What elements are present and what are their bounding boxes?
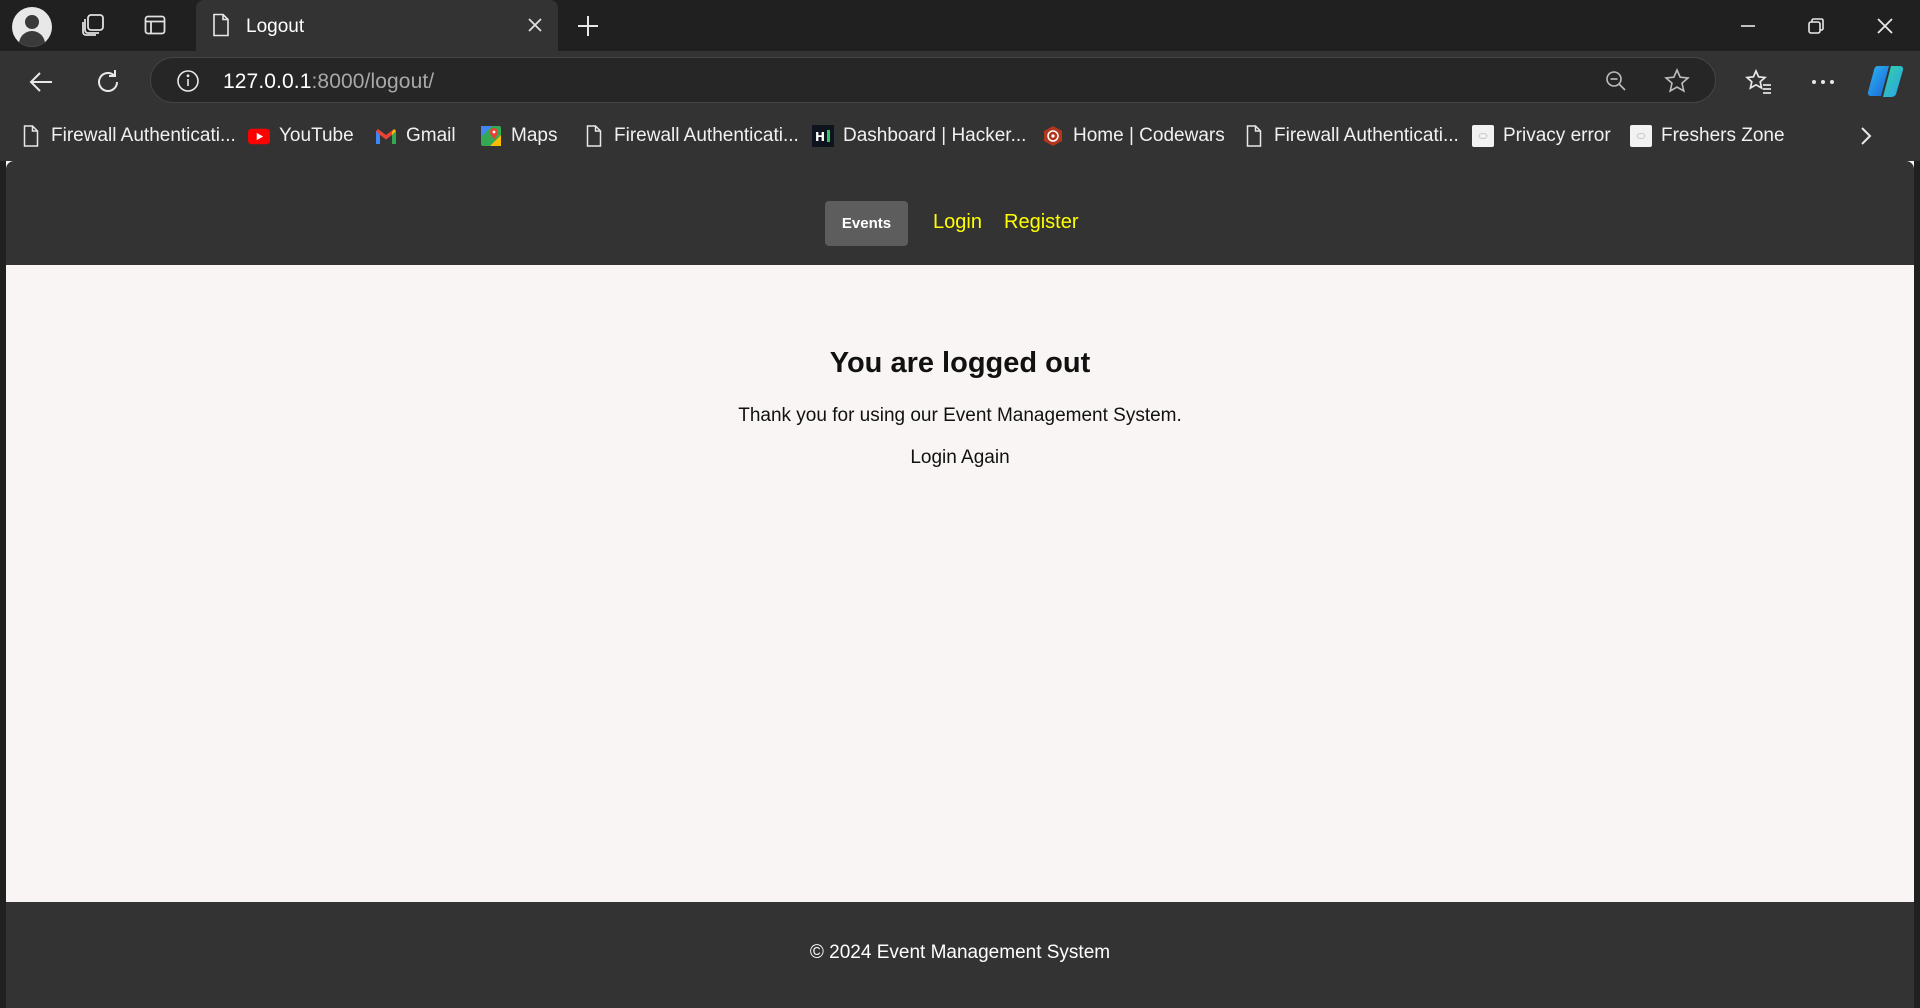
restore-icon[interactable] <box>1798 8 1834 44</box>
copilot-icon[interactable] <box>1866 61 1906 101</box>
bookmark-label: Firewall Authenticati... <box>614 125 799 146</box>
blank-page-icon <box>1472 125 1494 147</box>
site-header: Events Login Register <box>6 161 1914 265</box>
reload-icon[interactable] <box>91 65 125 99</box>
favorite-star-icon[interactable] <box>1663 67 1691 95</box>
close-window-icon[interactable] <box>1867 8 1903 44</box>
page-icon <box>20 125 42 147</box>
svg-text:H: H <box>815 130 825 144</box>
zoom-out-icon[interactable] <box>1603 68 1629 94</box>
bookmark-label: Firewall Authenticati... <box>51 125 236 146</box>
bookmark-label: YouTube <box>279 125 354 146</box>
page-icon <box>1243 125 1265 147</box>
page-icon <box>583 125 605 147</box>
bookmark-label: Dashboard | Hacker... <box>843 125 1027 146</box>
gmail-icon <box>375 125 397 147</box>
main-content: You are logged out Thank you for using o… <box>6 265 1914 902</box>
bookmarks-bar: Firewall Authenticati... YouTube Gmail M… <box>0 111 1920 161</box>
bookmark-codewars[interactable]: Home | Codewars <box>1042 123 1225 149</box>
minimize-icon[interactable] <box>1730 8 1766 44</box>
bookmark-freshers-zone[interactable]: Freshers Zone <box>1630 123 1785 149</box>
active-tab[interactable]: Logout <box>196 0 558 51</box>
address-bar[interactable]: 127.0.0.1:8000/logout/ <box>150 57 1716 103</box>
vertical-tabs-icon[interactable] <box>140 10 170 40</box>
bookmark-privacy-error[interactable]: Privacy error <box>1472 123 1611 149</box>
bookmark-label: Gmail <box>406 125 456 146</box>
close-tab-icon[interactable] <box>524 14 546 36</box>
codewars-icon <box>1042 125 1064 147</box>
site-info-icon[interactable] <box>175 68 201 94</box>
favorites-icon[interactable] <box>1742 65 1776 99</box>
login-again-link[interactable]: Login Again <box>910 447 1009 468</box>
url-host: 127.0.0.1 <box>223 70 312 93</box>
more-options-icon[interactable] <box>1806 65 1840 99</box>
chevron-right-icon[interactable] <box>1854 124 1878 148</box>
youtube-icon <box>248 125 270 147</box>
bookmark-firewall-1[interactable]: Firewall Authenticati... <box>20 123 236 149</box>
bookmark-maps[interactable]: Maps <box>480 123 557 149</box>
page-icon <box>210 12 232 38</box>
profile-avatar-icon[interactable] <box>12 7 52 47</box>
bookmark-label: Privacy error <box>1503 125 1611 146</box>
bookmark-label: Maps <box>511 125 558 146</box>
hackerrank-icon: H <box>812 125 834 147</box>
nav-register-link[interactable]: Register <box>1004 211 1078 234</box>
bookmark-hackerrank[interactable]: H Dashboard | Hacker... <box>812 123 1026 149</box>
maps-icon <box>480 125 502 147</box>
browser-toolbar: 127.0.0.1:8000/logout/ <box>0 51 1920 111</box>
thank-you-message: Thank you for using our Event Management… <box>738 405 1182 426</box>
bookmark-youtube[interactable]: YouTube <box>248 123 354 149</box>
nav-events-button[interactable]: Events <box>825 201 908 246</box>
nav-login-link[interactable]: Login <box>933 211 982 234</box>
back-icon[interactable] <box>24 65 58 99</box>
bookmark-gmail[interactable]: Gmail <box>375 123 456 149</box>
url-path: :8000/logout/ <box>311 70 435 93</box>
page-viewport: Events Login Register You are logged out… <box>6 161 1914 1008</box>
tab-title: Logout <box>246 16 305 37</box>
blank-page-icon <box>1630 125 1652 147</box>
page-title: You are logged out <box>829 347 1091 379</box>
bookmark-firewall-2[interactable]: Firewall Authenticati... <box>583 123 799 149</box>
workspaces-icon[interactable] <box>78 10 108 40</box>
footer-copyright: © 2024 Event Management System <box>809 942 1111 963</box>
new-tab-icon[interactable] <box>572 10 604 42</box>
site-footer: © 2024 Event Management System <box>6 902 1914 1008</box>
bookmark-label: Firewall Authenticati... <box>1274 125 1459 146</box>
bookmark-label: Freshers Zone <box>1661 125 1785 146</box>
login-again-link-row: Login Again <box>6 447 1914 469</box>
tab-strip: Logout <box>0 0 1920 51</box>
bookmark-label: Home | Codewars <box>1073 125 1225 146</box>
url-text: 127.0.0.1:8000/logout/ <box>223 70 434 94</box>
bookmark-firewall-3[interactable]: Firewall Authenticati... <box>1243 123 1459 149</box>
